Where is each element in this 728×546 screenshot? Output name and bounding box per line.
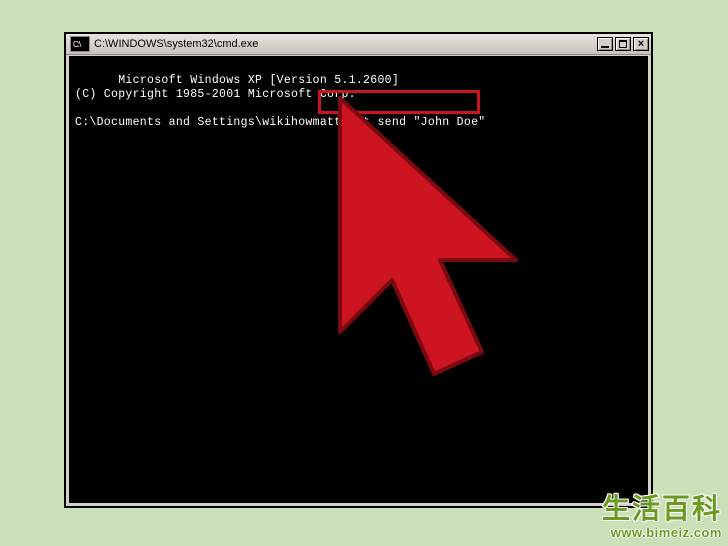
window-titlebar[interactable]: C:\ C:\WINDOWS\system32\cmd.exe × <box>66 34 651 55</box>
console-line-copyright: (C) Copyright 1985-2001 Microsoft Corp. <box>75 88 356 101</box>
window-title: C:\WINDOWS\system32\cmd.exe <box>94 38 597 50</box>
close-button[interactable]: × <box>633 37 649 51</box>
page-stage: C:\ C:\WINDOWS\system32\cmd.exe × Micros… <box>0 0 728 546</box>
watermark: 生活百科 www.bimeiz.com <box>602 495 722 540</box>
instruction-cursor-icon <box>320 90 580 390</box>
maximize-button[interactable] <box>615 37 631 51</box>
window-controls: × <box>597 37 649 51</box>
watermark-title: 生活百科 <box>602 495 722 523</box>
watermark-url: www.bimeiz.com <box>602 523 722 540</box>
cmd-app-icon: C:\ <box>70 36 90 52</box>
minimize-button[interactable] <box>597 37 613 51</box>
console-line-version: Microsoft Windows XP [Version 5.1.2600] <box>118 74 399 87</box>
console-prompt-prefix: C:\Documents and Settings\wikihowmatt> <box>75 116 349 129</box>
